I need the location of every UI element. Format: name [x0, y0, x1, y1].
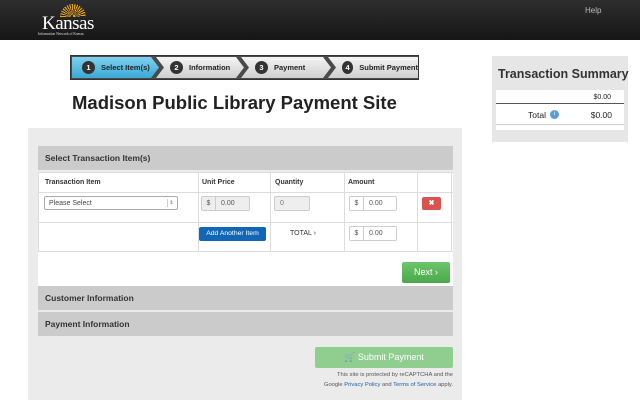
currency-symbol: $ — [350, 197, 364, 210]
summary-total-row: Total i $0.00 — [496, 105, 624, 125]
summary-total-value: $0.00 — [590, 110, 612, 120]
terms-of-service-link[interactable]: Terms of Service — [393, 382, 436, 388]
transaction-item-select[interactable]: Please Select ⇕ — [44, 196, 178, 210]
step-number: 1 — [82, 61, 95, 74]
next-button[interactable]: Next › — [402, 262, 450, 283]
currency-symbol: $ — [350, 227, 364, 240]
select-items-heading[interactable]: Select Transaction Item(s) — [38, 146, 453, 170]
privacy-policy-link[interactable]: Privacy Policy — [344, 382, 380, 388]
summary-subtotal: $0.00 — [496, 90, 624, 104]
step-select-items: 1 Select Item(s) — [72, 57, 159, 78]
logo-subtitle: Information Network of Kansas — [38, 32, 84, 36]
recaptcha-line-1: This site is protected by reCAPTCHA and … — [337, 372, 453, 378]
add-another-item-button[interactable]: Add Another Item — [199, 227, 266, 241]
step-label: Submit Payment — [359, 63, 418, 72]
unit-price-field: $ 0.00 — [201, 196, 250, 211]
top-bar: Kansas Information Network of Kansas Hel… — [0, 0, 640, 40]
info-icon[interactable]: i — [550, 110, 559, 119]
col-transaction-item: Transaction Item — [45, 179, 101, 186]
quantity-field: 0 — [274, 196, 310, 211]
items-table: Transaction Item Unit Price Quantity Amo… — [38, 172, 453, 286]
total-amount-field: $ 0.00 — [349, 226, 397, 241]
submit-payment-button[interactable]: 🛒 Submit Payment — [315, 347, 453, 368]
col-amount: Amount — [348, 179, 375, 186]
step-label: Payment — [274, 63, 306, 72]
step-number: 2 — [170, 61, 183, 74]
recaptcha-apply: apply. — [437, 382, 453, 388]
step-number: 3 — [255, 61, 268, 74]
help-link[interactable]: Help — [585, 6, 601, 15]
unit-price-value: 0.00 — [216, 197, 235, 210]
summary-title: Transaction Summary — [498, 67, 629, 81]
page-title: Madison Public Library Payment Site — [72, 92, 397, 113]
summary-table: $0.00 Total i $0.00 — [496, 90, 624, 130]
payment-form: Select Transaction Item(s) Transaction I… — [28, 128, 462, 400]
summary-total-label: Total — [528, 110, 546, 120]
total-amount-value: 0.00 — [369, 230, 383, 237]
payment-information-heading[interactable]: Payment Information — [38, 312, 453, 336]
kansas-logo[interactable]: Kansas Information Network of Kansas — [38, 4, 100, 36]
recaptcha-google: Google — [323, 382, 343, 388]
customer-information-heading[interactable]: Customer Information — [38, 286, 453, 310]
amount-value: 0.00 — [369, 200, 383, 207]
col-quantity: Quantity — [275, 179, 304, 186]
step-submit-payment: 4 Submit Payment — [328, 57, 418, 78]
transaction-summary: Transaction Summary $0.00 Total i $0.00 — [492, 56, 629, 142]
step-label: Information — [189, 63, 231, 72]
recaptcha-notice: This site is protected by reCAPTCHA and … — [308, 370, 453, 390]
currency-symbol: $ — [202, 197, 216, 210]
step-information: 2 Information — [156, 57, 244, 78]
delete-item-button[interactable]: ✖ — [422, 197, 441, 210]
step-payment: 3 Payment — [241, 57, 331, 78]
recaptcha-and: and — [381, 382, 392, 388]
step-label: Select Item(s) — [101, 63, 150, 72]
progress-steps: 1 Select Item(s) 2 Information 3 Payment… — [70, 55, 419, 80]
select-arrow-icon: ⇕ — [167, 199, 175, 207]
select-value: Please Select — [49, 200, 92, 207]
amount-field[interactable]: $ 0.00 — [349, 196, 397, 211]
col-unit-price: Unit Price — [202, 179, 235, 186]
recaptcha-line-2: Google Privacy Policy and Terms of Servi… — [308, 380, 453, 390]
total-label: TOTAL › — [290, 230, 316, 237]
